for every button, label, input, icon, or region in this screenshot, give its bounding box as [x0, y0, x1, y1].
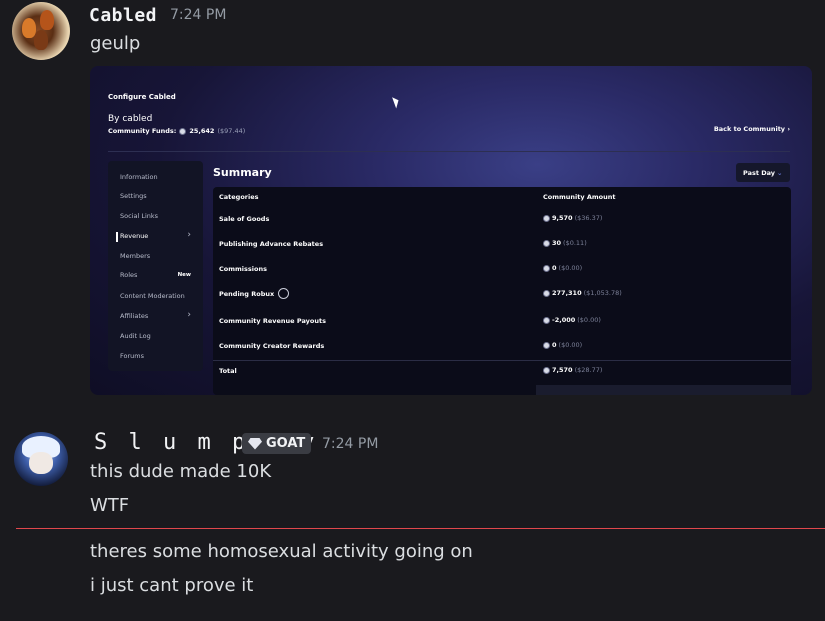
- sidebar-item-settings[interactable]: Settings: [120, 192, 147, 200]
- robux-icon: [543, 341, 550, 349]
- sidebar-item-members[interactable]: Members: [120, 252, 150, 260]
- sidebar-item-revenue[interactable]: Revenue: [120, 232, 148, 240]
- back-to-community-link[interactable]: Back to Community ›: [714, 125, 790, 133]
- username[interactable]: Cabled: [89, 5, 157, 26]
- timestamp[interactable]: 7:24 PM: [322, 436, 378, 452]
- summary-title: Summary: [213, 166, 272, 179]
- owner-label: By cabled: [108, 114, 153, 124]
- message-text: i just cant prove it: [90, 575, 254, 596]
- badge-label: GOAT: [266, 436, 306, 451]
- amount-usd: ($0.00): [558, 341, 583, 349]
- table-row-label: Community Revenue Payouts: [219, 317, 326, 325]
- amount-usd: ($0.00): [577, 316, 601, 324]
- chevron-right-icon: ›: [187, 310, 191, 320]
- amount-value: 0: [552, 341, 557, 349]
- message-text: this dude made 10K: [90, 461, 272, 482]
- column-header-amount: Community Amount: [543, 193, 616, 201]
- robux-icon: [179, 127, 187, 135]
- new-messages-divider: [16, 528, 825, 529]
- amount-usd: ($0.00): [558, 264, 583, 272]
- amount-value: 9,570: [552, 214, 573, 222]
- sidebar-item-content-moderation[interactable]: Content Moderation: [120, 292, 185, 300]
- amount-usd: ($1,053.78): [583, 289, 622, 297]
- divider: [213, 360, 791, 361]
- message-text: WTF: [90, 495, 130, 516]
- row-label-text: Pending Robux: [219, 289, 275, 298]
- amount-value: 277,310: [552, 289, 582, 297]
- chevron-down-icon: ⌄: [777, 169, 783, 177]
- sidebar-item-roles[interactable]: Roles: [120, 271, 137, 279]
- message-text: theres some homosexual activity going on: [90, 541, 473, 562]
- clock-icon: [278, 288, 290, 299]
- robux-icon: [543, 316, 550, 324]
- robux-icon: [543, 366, 550, 374]
- community-funds: Community Funds: 25,642 ($97.44): [108, 127, 245, 135]
- sidebar-item-information[interactable]: Information: [120, 173, 158, 181]
- table-row-label: Sale of Goods: [219, 215, 270, 223]
- table-row-amount: 7,570 ($28.77): [543, 366, 602, 374]
- avatar[interactable]: [12, 2, 70, 60]
- avatar[interactable]: [14, 432, 68, 486]
- new-badge: New: [177, 272, 191, 278]
- table-row-label: Pending Robux: [219, 288, 290, 299]
- sidebar-item-affiliates[interactable]: Affiliates: [120, 312, 148, 320]
- table-row-amount: 0 ($0.00): [543, 264, 582, 272]
- table-row-label: Community Creator Rewards: [219, 342, 325, 350]
- table-row-amount: 277,310 ($1,053.78): [543, 289, 622, 297]
- diamond-icon: [248, 437, 262, 450]
- chevron-right-icon: ›: [187, 230, 191, 240]
- column-header-categories: Categories: [219, 193, 259, 201]
- amount-usd: ($28.77): [574, 366, 603, 374]
- table-row-label: Commissions: [219, 265, 267, 273]
- amount-usd: ($36.37): [574, 214, 603, 222]
- config-title: Configure Cabled: [108, 93, 176, 101]
- back-link-label: Back to Community: [713, 125, 786, 133]
- robux-icon: [543, 214, 550, 222]
- sidebar-item-audit-log[interactable]: Audit Log: [120, 332, 151, 340]
- table-footer-strip: [536, 385, 791, 395]
- sidebar-item-social-links[interactable]: Social Links: [120, 212, 158, 220]
- role-badge[interactable]: GOAT: [242, 433, 312, 454]
- period-value: Past Day: [743, 169, 776, 177]
- image-attachment[interactable]: Configure Cabled By cabled Community Fun…: [90, 66, 812, 395]
- sidebar-item-forums[interactable]: Forums: [120, 352, 144, 360]
- config-sidebar: Information Settings Social Links Revenu…: [108, 161, 203, 371]
- table-row-amount: 9,570 ($36.37): [543, 214, 602, 222]
- robux-icon: [543, 239, 550, 247]
- funds-usd: ($97.44): [217, 127, 246, 135]
- amount-value: 0: [552, 264, 557, 272]
- summary-table: Categories Community Amount Sale of Good…: [213, 187, 791, 395]
- robux-icon: [543, 289, 550, 297]
- message-text: geulp: [90, 33, 141, 54]
- period-select[interactable]: Past Day ⌄: [736, 163, 790, 182]
- amount-value: 30: [552, 239, 562, 247]
- chevron-right-icon: ›: [787, 125, 790, 133]
- divider: [108, 151, 790, 152]
- timestamp[interactable]: 7:24 PM: [170, 7, 226, 23]
- funds-amount: 25,642: [189, 127, 215, 135]
- table-row-amount: 0 ($0.00): [543, 341, 582, 349]
- amount-usd: ($0.11): [563, 239, 587, 247]
- table-row-label: Total: [219, 367, 237, 375]
- robux-icon: [543, 264, 550, 272]
- table-row-label: Publishing Advance Rebates: [219, 240, 324, 248]
- table-row-amount: -2,000 ($0.00): [543, 316, 601, 324]
- funds-label: Community Funds:: [108, 127, 177, 135]
- active-indicator: [116, 232, 118, 242]
- table-row-amount: 30 ($0.11): [543, 239, 587, 247]
- cursor-icon: [392, 95, 401, 109]
- amount-value: 7,570: [552, 366, 573, 374]
- amount-value: -2,000: [552, 316, 576, 324]
